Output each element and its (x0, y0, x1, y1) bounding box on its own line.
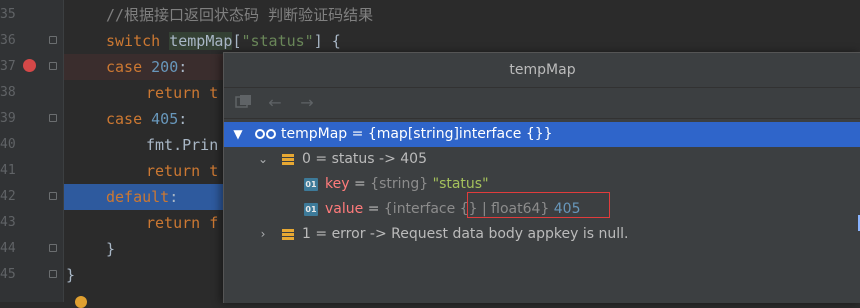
code-punct: : (178, 110, 188, 128)
keyword-return: return f (146, 214, 219, 232)
line-number: 45 (0, 267, 16, 282)
map-entry-icon (282, 229, 294, 240)
line-number: 36 (0, 33, 16, 48)
keyword-case: case (106, 110, 143, 128)
tree-row-root[interactable]: ▼ tempMap = {map[string]interface {}} (224, 122, 860, 147)
fold-marker-icon[interactable] (49, 244, 57, 252)
line-number: 42 (0, 189, 16, 204)
code-line[interactable]: switch tempMap["status"] { (64, 28, 341, 54)
entry-desc: error -> Request data body appkey is nul… (331, 226, 629, 242)
warning-icon[interactable] (75, 296, 87, 308)
line-number: 38 (0, 85, 16, 100)
keyword-case: case (106, 58, 143, 76)
keyword-return: return t (146, 84, 219, 102)
keyword-default: default (106, 188, 170, 206)
chevron-down-icon[interactable]: ⌄ (257, 147, 269, 172)
string-literal: "status" (241, 32, 314, 50)
entry-index: 0 (302, 151, 311, 167)
code-line[interactable]: fmt.Prin (64, 132, 218, 158)
fold-marker-icon[interactable] (49, 114, 57, 122)
code-brace: } (66, 266, 76, 284)
breakpoint-icon[interactable] (23, 59, 36, 72)
tree-row-entry[interactable]: › 1 = error -> Request data body appkey … (224, 222, 860, 247)
code-punct: ] { (313, 32, 341, 50)
chevron-down-icon[interactable]: ▼ (232, 122, 244, 147)
line-number: 35 (0, 7, 16, 22)
identifier-tempmap[interactable]: tempMap (169, 32, 233, 50)
code-punct: : (178, 58, 188, 76)
tree-field-label: key = {string} "status" (325, 176, 489, 192)
code-line[interactable]: //根据接口返回状态码 判断验证码结果 (64, 2, 373, 28)
var-type: {map[string]interface {}} (367, 126, 553, 142)
map-entry-icon (282, 154, 294, 165)
code-call: fmt.Prin (146, 136, 219, 154)
watch-glasses-icon (255, 129, 279, 141)
number-literal: 405 (151, 110, 179, 128)
field-icon: 01 (304, 203, 318, 216)
popup-title: tempMap (224, 53, 860, 88)
field-value: "status" (432, 176, 489, 192)
editor-gutter[interactable]: 35 36 37 38 39 40 41 42 43 44 45 (0, 0, 63, 302)
tree-row-entry[interactable]: ⌄ 0 = status -> 405 (224, 147, 860, 172)
back-arrow-icon[interactable]: ← (266, 94, 284, 112)
number-literal: 200 (151, 58, 179, 76)
line-number: 39 (0, 111, 16, 126)
fold-marker-icon[interactable] (49, 270, 57, 278)
fold-marker-icon[interactable] (49, 192, 57, 200)
entry-index: 1 (302, 226, 311, 242)
copy-icon[interactable] (235, 94, 253, 112)
annotation-highlight-box (467, 192, 610, 218)
line-number: 40 (0, 137, 16, 152)
tree-entry-label: 1 = error -> Request data body appkey is… (302, 226, 629, 242)
code-line[interactable]: return f (64, 210, 218, 236)
keyword-switch: switch (106, 32, 161, 50)
line-number: 37 (0, 59, 16, 74)
code-comment: //根据接口返回状态码 判断验证码结果 (106, 6, 374, 24)
code-line[interactable]: return t (64, 80, 218, 106)
field-name: value (325, 201, 364, 217)
code-line[interactable]: return t (64, 158, 218, 184)
fold-marker-icon[interactable] (49, 62, 57, 70)
code-brace: } (106, 240, 116, 258)
line-number: 43 (0, 215, 16, 230)
fold-marker-icon[interactable] (49, 36, 57, 44)
entry-desc: status -> 405 (331, 151, 427, 167)
tree-entry-label: 0 = status -> 405 (302, 151, 427, 167)
line-number: 44 (0, 241, 16, 256)
code-line[interactable]: } (64, 262, 75, 288)
keyword-return: return t (146, 162, 219, 180)
chevron-right-icon[interactable]: › (257, 222, 269, 247)
debugger-inspect-popup[interactable]: tempMap ← → ▼ tempMap = {map[string]inte… (223, 52, 860, 303)
forward-arrow-icon[interactable]: → (298, 94, 316, 112)
code-line[interactable]: case 405: (64, 106, 187, 132)
var-name: tempMap (281, 126, 348, 142)
popup-toolbar: ← → (224, 88, 860, 119)
field-icon: 01 (304, 178, 318, 191)
code-punct: : (169, 188, 179, 206)
field-name: key (325, 176, 350, 192)
field-type: {string} (370, 176, 429, 192)
tree-root-label: tempMap = {map[string]interface {}} (281, 126, 553, 142)
code-line[interactable]: } (64, 236, 115, 262)
line-number: 41 (0, 163, 16, 178)
